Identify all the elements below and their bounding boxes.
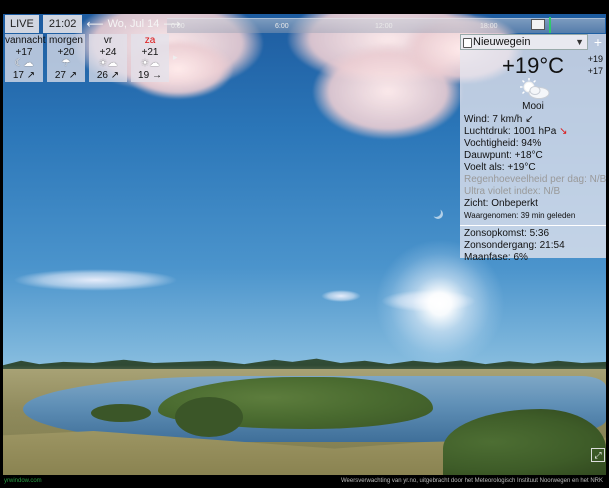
previous-day-arrow-icon[interactable]: ⟵ (86, 15, 103, 33)
moon-phase-row: Maanfase: 6% (464, 252, 528, 263)
weather-details: Wind: 7 km/h ↙ Luchtdruk: 1001 hPa ↘ Voc… (460, 114, 607, 264)
add-location-button[interactable]: + (592, 35, 604, 49)
forecast-day[interactable]: morgen +20 ☂ 27 ↗ (47, 34, 85, 82)
location-name: Nieuwegein (473, 36, 531, 48)
wispy-cloud (13, 269, 178, 291)
partly-cloudy-icon: ☀☁ (98, 58, 118, 69)
bush (91, 404, 151, 422)
next-day-arrow-icon[interactable]: ⟶ (163, 15, 180, 33)
current-temperature: +19°C (502, 53, 565, 78)
forecast-high: +24 (99, 47, 117, 58)
forecast-wind: 26 ↗ (96, 70, 120, 81)
forecast-high: +21 (141, 47, 159, 58)
forecast-high: +20 (57, 47, 75, 58)
max-temperature: +19 (587, 54, 603, 64)
dewpoint-row: Dauwpunt: +18°C (464, 150, 543, 161)
live-button[interactable]: LIVE (5, 15, 39, 33)
date-navigator: 21:02 (42, 15, 83, 33)
bush (175, 397, 243, 437)
credit-text: Weersverwachting van yr.no, uitgebracht … (340, 478, 603, 484)
forecast-day-name: za (144, 35, 156, 46)
wispy-cloud (321, 290, 361, 302)
sunset-row: Zonsondergang: 21:54 (464, 240, 565, 251)
pressure-row: Luchtdruk: 1001 hPa ↘ (464, 126, 568, 137)
fullscreen-icon[interactable]: ⤢ (591, 448, 605, 462)
divider (460, 225, 606, 226)
home-icon (463, 38, 472, 48)
condition-text: Mooi (522, 101, 544, 112)
forecast-wind: 19 → (138, 70, 162, 81)
wind-row: Wind: 7 km/h ↙ (464, 114, 534, 125)
min-max-temperature: +19 +17 (588, 53, 603, 77)
forecast-wind: 27 ↗ (54, 70, 78, 81)
forecast-next-arrow-icon[interactable]: ▸ (173, 52, 178, 63)
forecast-day[interactable]: vannacht +17 ☾☁ 17 ↗ (5, 34, 46, 82)
moon (431, 207, 441, 217)
chevron-down-icon: ▼ (575, 37, 584, 47)
humidity-row: Vochtigheid: 94% (464, 138, 542, 149)
feels-like-row: Voelt als: +19°C (464, 162, 536, 173)
moon-cloud-icon: ☾☁ (14, 58, 34, 69)
observed-row: Waargenomen: 39 min geleden (464, 211, 576, 220)
uv-index-row: Ultra violet index: N/B (464, 186, 561, 197)
precipitation-row: Regenhoeveelheid per dag: N/B (464, 174, 607, 185)
forecast-wind: 17 ↗ (12, 70, 36, 81)
forecast-day[interactable]: za +21 ☀☁ 19 → (131, 34, 169, 82)
visibility-row: Zicht: Onbeperkt (464, 198, 538, 209)
min-temperature: +17 (587, 66, 603, 76)
current-date: Wo, Jul 14 (107, 18, 160, 30)
pressure-trend-icon: ↘ (559, 126, 568, 137)
sunrise-row: Zonsopkomst: 5:36 (464, 228, 550, 239)
forecast-strip: vannacht +17 ☾☁ 17 ↗ morgen +20 ☂ 27 ↗ v… (5, 34, 178, 82)
forecast-high: +17 (15, 47, 33, 58)
forecast-day-name: morgen (49, 35, 83, 46)
site-link[interactable]: yrwindow.com (4, 475, 42, 488)
forecast-day-name: vannacht (5, 35, 46, 46)
partly-cloudy-icon: ☀☁ (140, 58, 160, 69)
top-bar: LIVE 21:02 ⟵ Wo, Jul 14 ⟶ (3, 14, 608, 34)
footer: yrwindow.com Weersverwachting van yr.no,… (0, 475, 609, 488)
clock-time: 21:02 (48, 18, 77, 30)
current-weather-panel: Nieuwegein ▼ + +19°C +19 +17 Mooi Wind: … (460, 34, 606, 263)
forecast-day[interactable]: vr +24 ☀☁ 26 ↗ (89, 34, 127, 82)
forecast-day-name: vr (103, 35, 113, 46)
location-select[interactable]: Nieuwegein ▼ (460, 34, 588, 50)
rain-cloud-icon: ☂ (61, 58, 71, 69)
sun-cloud-icon (520, 78, 550, 99)
